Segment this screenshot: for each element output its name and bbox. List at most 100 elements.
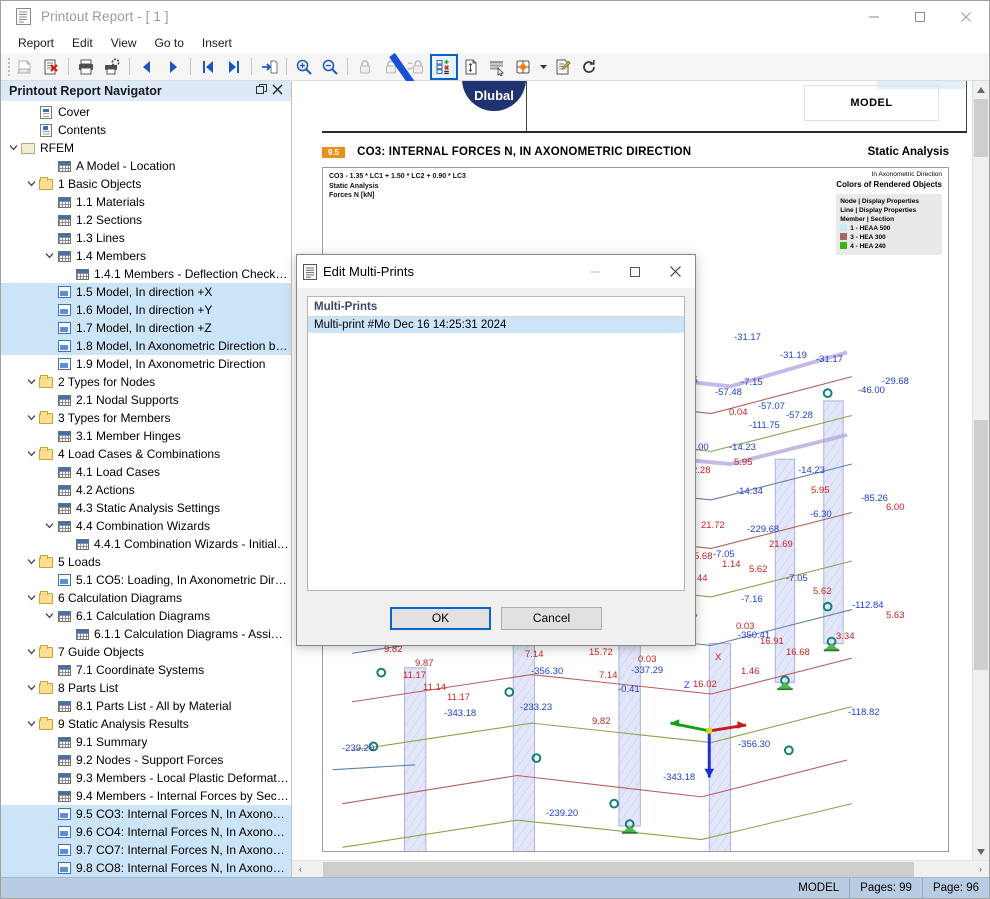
menu-edit[interactable]: Edit: [63, 34, 102, 52]
tree-item[interactable]: 1.4 Members: [1, 247, 291, 265]
tree-item[interactable]: 1.6 Model, In direction +Y: [1, 301, 291, 319]
tree-item[interactable]: 6.1 Calculation Diagrams: [1, 607, 291, 625]
tree-item[interactable]: 1.5 Model, In direction +X: [1, 283, 291, 301]
expand-collapse-chevron-icon[interactable]: [25, 593, 38, 604]
tree-item[interactable]: 2 Types for Nodes: [1, 373, 291, 391]
expand-collapse-chevron-icon[interactable]: [43, 611, 56, 622]
previous-page-icon[interactable]: [134, 55, 160, 79]
tree-item[interactable]: 1.1 Materials: [1, 193, 291, 211]
tree-item[interactable]: 1.9 Model, In Axonometric Direction: [1, 355, 291, 373]
horizontal-scrollbar[interactable]: ‹ ›: [292, 860, 989, 877]
print-icon[interactable]: [73, 55, 99, 79]
tree-item[interactable]: 8 Parts List: [1, 679, 291, 697]
tree-item[interactable]: 9.8 CO8: Internal Forces N, In Axonom…: [1, 859, 291, 877]
selection-icon[interactable]: [484, 55, 510, 79]
delete-report-icon[interactable]: [38, 55, 64, 79]
tree-item[interactable]: 1.8 Model, In Axonometric Direction by …: [1, 337, 291, 355]
next-page-icon[interactable]: [160, 55, 186, 79]
tree-item[interactable]: 5 Loads: [1, 553, 291, 571]
tree-item[interactable]: 4.3 Static Analysis Settings: [1, 499, 291, 517]
tree-item[interactable]: A Model - Location: [1, 157, 291, 175]
tree-item[interactable]: 9.5 CO3: Internal Forces N, In Axonom…: [1, 805, 291, 823]
tree-item[interactable]: RFEM: [1, 139, 291, 157]
expand-collapse-chevron-icon[interactable]: [25, 449, 38, 460]
expand-collapse-chevron-icon[interactable]: [25, 413, 38, 424]
tree-item[interactable]: 1.2 Sections: [1, 211, 291, 229]
tree-item[interactable]: 4.2 Actions: [1, 481, 291, 499]
tree-item[interactable]: 6.1.1 Calculation Diagrams - Assign…: [1, 625, 291, 643]
last-page-icon[interactable]: [221, 55, 247, 79]
horizontal-scroll-track[interactable]: [309, 861, 972, 877]
tree-item[interactable]: 5.1 CO5: Loading, In Axonometric Direc…: [1, 571, 291, 589]
go-to-page-icon[interactable]: [256, 55, 282, 79]
maximize-button[interactable]: [897, 1, 943, 32]
dialog-minimize-button[interactable]: [575, 255, 615, 288]
multi-prints-list[interactable]: Multi-Prints Multi-print #Mo Dec 16 14:2…: [307, 296, 685, 591]
tree-item[interactable]: 4.4 Combination Wizards: [1, 517, 291, 535]
expand-collapse-chevron-icon[interactable]: [25, 179, 38, 190]
navigator-close-button[interactable]: [269, 84, 285, 98]
expand-collapse-chevron-icon[interactable]: [25, 683, 38, 694]
close-button[interactable]: [943, 1, 989, 32]
report-tree[interactable]: Cover Contents RFEM A Model - Location 1 Bas…: [1, 101, 291, 877]
tree-item[interactable]: 4.4.1 Combination Wizards - Initial …: [1, 535, 291, 553]
tree-item[interactable]: 7 Guide Objects: [1, 643, 291, 661]
tree-item[interactable]: 9 Static Analysis Results: [1, 715, 291, 733]
tree-item[interactable]: 1 Basic Objects: [1, 175, 291, 193]
tree-item[interactable]: 3.1 Member Hinges: [1, 427, 291, 445]
tree-item[interactable]: 4 Load Cases & Combinations: [1, 445, 291, 463]
multi-prints-list-item[interactable]: Multi-print #Mo Dec 16 14:25:31 2024: [308, 317, 684, 333]
vertical-scroll-thumb[interactable]: [974, 420, 988, 670]
first-page-icon[interactable]: [195, 55, 221, 79]
scroll-right-button[interactable]: ›: [972, 864, 989, 874]
toolbar-grip[interactable]: [5, 55, 12, 79]
tree-item[interactable]: 2.1 Nodal Supports: [1, 391, 291, 409]
expand-collapse-chevron-icon[interactable]: [25, 377, 38, 388]
zoom-out-icon[interactable]: [317, 55, 343, 79]
zoom-in-icon[interactable]: [291, 55, 317, 79]
expand-collapse-chevron-icon[interactable]: [25, 719, 38, 730]
scroll-up-button[interactable]: [973, 81, 989, 98]
tree-item[interactable]: 9.6 CO4: Internal Forces N, In Axonom…: [1, 823, 291, 841]
open-report-icon[interactable]: [12, 55, 38, 79]
menu-goto[interactable]: Go to: [146, 34, 193, 52]
lock-rotate-icon[interactable]: [404, 55, 430, 79]
tree-item[interactable]: 1.3 Lines: [1, 229, 291, 247]
expand-collapse-chevron-icon[interactable]: [7, 143, 20, 154]
export-icon[interactable]: [510, 55, 536, 79]
dialog-close-button[interactable]: [655, 255, 695, 288]
lock-icon[interactable]: [352, 55, 378, 79]
expand-collapse-chevron-icon[interactable]: [43, 251, 56, 262]
dialog-maximize-button[interactable]: [615, 255, 655, 288]
tree-item[interactable]: 1.7 Model, In direction +Z: [1, 319, 291, 337]
tree-item[interactable]: 9.2 Nodes - Support Forces: [1, 751, 291, 769]
menu-insert[interactable]: Insert: [193, 34, 241, 52]
navigator-undock-button[interactable]: [253, 84, 269, 98]
tree-item[interactable]: 8.1 Parts List - All by Material: [1, 697, 291, 715]
menu-report[interactable]: Report: [9, 34, 63, 52]
tree-item[interactable]: 9.7 CO7: Internal Forces N, In Axonom…: [1, 841, 291, 859]
tree-item[interactable]: 6 Calculation Diagrams: [1, 589, 291, 607]
refresh-icon[interactable]: [576, 55, 602, 79]
scroll-left-button[interactable]: ‹: [292, 864, 309, 874]
page-setup-icon[interactable]: [458, 55, 484, 79]
print-settings-icon[interactable]: [99, 55, 125, 79]
edit-document-icon[interactable]: [550, 55, 576, 79]
menu-view[interactable]: View: [102, 34, 146, 52]
scroll-down-button[interactable]: [973, 843, 989, 860]
expand-collapse-chevron-icon[interactable]: [25, 647, 38, 658]
tree-item[interactable]: 3 Types for Members: [1, 409, 291, 427]
tree-item[interactable]: 7.1 Coordinate Systems: [1, 661, 291, 679]
ok-button[interactable]: OK: [390, 606, 491, 630]
tree-item[interactable]: 1.4.1 Members - Deflection Check - …: [1, 265, 291, 283]
tree-item[interactable]: 9.4 Members - Internal Forces by Section: [1, 787, 291, 805]
vertical-scrollbar[interactable]: [972, 81, 989, 860]
unlock-icon[interactable]: [378, 55, 404, 79]
tree-item[interactable]: 9.1 Summary: [1, 733, 291, 751]
tree-item[interactable]: Contents: [1, 121, 291, 139]
vertical-scroll-thumb-top[interactable]: [974, 99, 988, 157]
horizontal-scroll-thumb[interactable]: [323, 861, 914, 877]
expand-collapse-chevron-icon[interactable]: [25, 557, 38, 568]
tree-item[interactable]: 9.3 Members - Local Plastic Deformation…: [1, 769, 291, 787]
edit-multi-prints-icon[interactable]: [430, 53, 458, 80]
